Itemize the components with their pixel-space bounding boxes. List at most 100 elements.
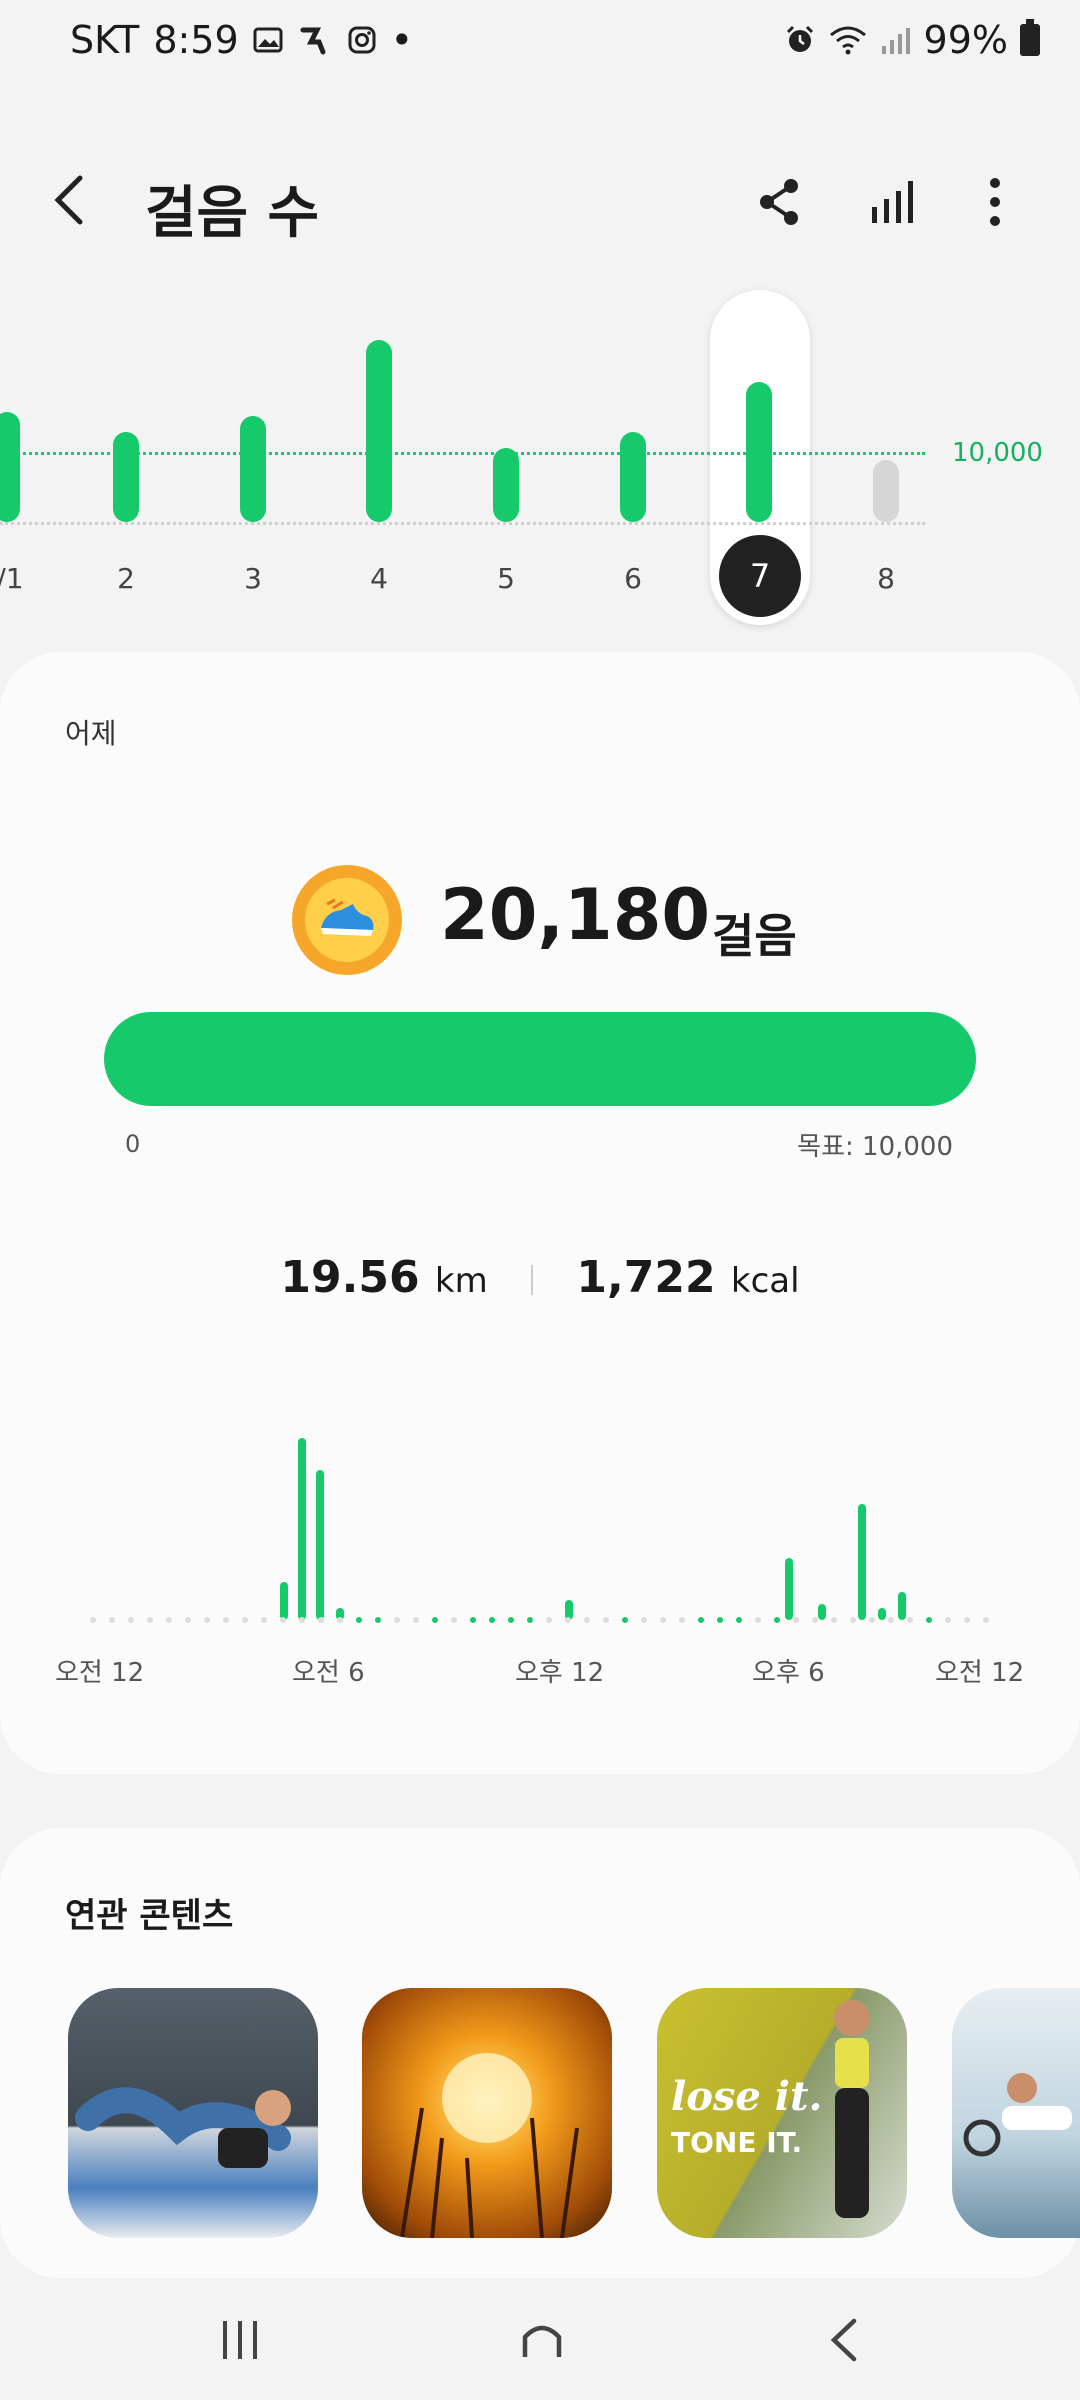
content-thumbnail[interactable]: lose it. TONE IT.: [657, 1988, 907, 2238]
day-label: 8: [877, 562, 895, 595]
day-label: 5: [497, 562, 515, 595]
distance-unit: km: [434, 1261, 488, 1301]
metric-divider: [531, 1265, 534, 1295]
day-bar-selected[interactable]: [746, 382, 772, 522]
home-button[interactable]: [497, 2300, 587, 2380]
hour-dot: [109, 1617, 115, 1623]
hour-dot: [869, 1617, 875, 1623]
hour-dot: [375, 1617, 381, 1623]
recent-apps-icon: [223, 2321, 257, 2359]
hour-bar: [878, 1608, 886, 1620]
daily-summary-card: 어제 20,180 걸음 0 목표: 10,000 19.56 km 1,722…: [0, 652, 1080, 1774]
recent-apps-button[interactable]: [195, 2300, 285, 2380]
hour-dot: [204, 1617, 210, 1623]
alarm-icon: [784, 24, 816, 56]
home-icon: [522, 2325, 562, 2357]
carrier-label: SKT: [70, 18, 140, 62]
day-bar[interactable]: [113, 432, 139, 522]
related-content-card: 연관 콘텐츠 lose it. TONE IT.: [0, 1828, 1080, 2278]
achievement-medal: [292, 865, 402, 975]
hour-bar: [785, 1558, 793, 1620]
hour-dot: [660, 1617, 666, 1623]
day-bar[interactable]: [493, 448, 519, 522]
hour-dot: [489, 1617, 495, 1623]
hour-dot: [698, 1617, 704, 1623]
hour-dot: [261, 1617, 267, 1623]
hour-label: 오전 6: [292, 1658, 365, 1688]
app-header: 걸음 수: [0, 150, 1080, 250]
workout-illustration: [75, 2087, 291, 2168]
day-bar[interactable]: [366, 340, 392, 522]
progress-goal-label: 목표: 10,000: [797, 1132, 953, 1162]
clock: 8:59: [153, 18, 239, 62]
hour-dot: [90, 1617, 96, 1623]
day-bar[interactable]: [0, 412, 20, 522]
hour-dot: [185, 1617, 191, 1623]
hour-dot: [888, 1617, 894, 1623]
hour-dot: [907, 1617, 913, 1623]
more-options-button[interactable]: [965, 172, 1025, 232]
hour-dot: [223, 1617, 229, 1623]
content-thumbnail[interactable]: [952, 1988, 1080, 2238]
hour-dot: [603, 1617, 609, 1623]
sunset-illustration: [400, 2053, 579, 2238]
hour-dot: [470, 1617, 476, 1623]
hour-dot: [299, 1617, 305, 1623]
gallery-icon: [253, 25, 283, 55]
day-label: 6: [624, 562, 642, 595]
hour-dot: [394, 1617, 400, 1623]
goal-progress-bar: [104, 1012, 976, 1106]
day-bar-future[interactable]: [873, 460, 899, 522]
steps-unit: 걸음: [712, 909, 797, 963]
goal-line-label: 10,000: [952, 438, 1043, 468]
hour-dot: [717, 1617, 723, 1623]
content-thumbnail[interactable]: [362, 1988, 612, 2238]
hour-bar: [858, 1504, 866, 1620]
thumbnail-text-tone: TONE IT.: [671, 2126, 803, 2159]
hour-bar: [280, 1582, 288, 1620]
stats-button[interactable]: [863, 172, 923, 232]
hour-dot: [584, 1617, 590, 1623]
share-button[interactable]: [750, 172, 810, 232]
back-button[interactable]: [50, 170, 110, 230]
hour-dot: [432, 1617, 438, 1623]
day-bar[interactable]: [240, 416, 266, 522]
hour-dot: [356, 1617, 362, 1623]
shoe-icon: [305, 878, 389, 962]
hour-label: 오전 12: [55, 1658, 145, 1688]
hour-dot: [280, 1617, 286, 1623]
day-label: 4: [370, 562, 388, 595]
signal-icon: [880, 24, 912, 56]
hour-bar: [818, 1604, 826, 1620]
hour-bar: [316, 1470, 324, 1620]
day-label: /1: [0, 562, 24, 595]
hour-label: 오전 12: [935, 1658, 1025, 1688]
hour-dot: [128, 1617, 134, 1623]
calories-value: 1,722: [576, 1252, 716, 1303]
hour-dot: [964, 1617, 970, 1623]
hour-dot: [774, 1617, 780, 1623]
more-vertical-icon: [990, 178, 1000, 226]
hour-dot: [793, 1617, 799, 1623]
share-icon: [760, 179, 798, 225]
hour-dot: [546, 1617, 552, 1623]
steps-count: 20,180: [440, 874, 711, 956]
wifi-icon: [828, 24, 868, 56]
hour-dot: [812, 1617, 818, 1623]
selected-day-label[interactable]: 7: [719, 535, 801, 617]
hour-dot: [926, 1617, 932, 1623]
hour-dot: [622, 1617, 628, 1623]
yoga-illustration: [963, 2073, 1072, 2157]
hourly-steps-chart: [80, 1432, 1000, 1632]
hour-dot: [451, 1617, 457, 1623]
hour-label: 오후 12: [515, 1658, 605, 1688]
status-bar: SKT 8:59 • 99%: [0, 0, 1080, 90]
content-thumbnail[interactable]: [68, 1988, 318, 2238]
battery-percent: 99%: [923, 18, 1008, 62]
day-label: 3: [244, 562, 262, 595]
battery-icon: [1020, 19, 1040, 56]
runner-icon: [297, 24, 333, 56]
hour-dot: [679, 1617, 685, 1623]
day-bar[interactable]: [620, 432, 646, 522]
back-nav-button[interactable]: [800, 2300, 890, 2380]
